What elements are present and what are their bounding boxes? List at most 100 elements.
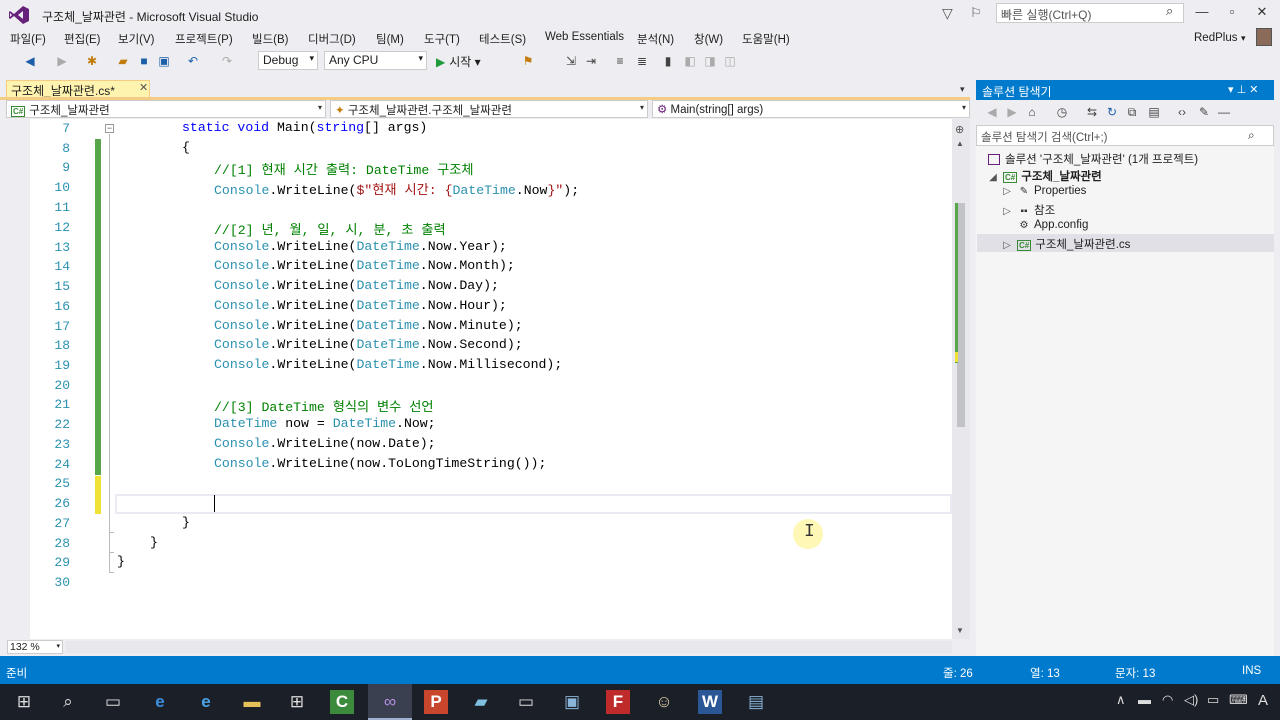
back-icon[interactable]: ◀ — [984, 105, 1000, 119]
browser-link-icon[interactable]: ⚑ — [520, 53, 536, 69]
menu-help[interactable]: 도움말(H) — [742, 31, 790, 47]
document-list-dropdown-icon[interactable]: ▾ — [960, 84, 965, 95]
scroll-thumb[interactable] — [957, 203, 965, 427]
edge-icon[interactable]: e — [148, 690, 172, 714]
redo-icon[interactable]: ↷ — [219, 53, 235, 69]
command-prompt-icon[interactable]: ▭ — [514, 690, 538, 714]
comment-out-icon[interactable]: ≡ — [612, 53, 628, 69]
powerpoint-icon[interactable]: P — [424, 690, 448, 714]
split-window-icon[interactable]: ⊕ — [955, 123, 964, 136]
user-dropdown-icon[interactable]: ▾ — [1241, 33, 1246, 44]
network-icon[interactable]: ▬ — [1138, 692, 1151, 707]
tree-item-cs-file[interactable]: ▷ C# 구조체_날짜관련.cs — [1000, 236, 1130, 252]
visual-studio-icon[interactable]: ∞ — [378, 690, 402, 714]
input-language-indicator[interactable]: A — [1258, 692, 1268, 709]
preview-icon[interactable]: — — [1216, 105, 1232, 119]
editor-horizontal-scrollbar[interactable] — [66, 641, 952, 653]
menu-team[interactable]: 팀(M) — [376, 31, 404, 47]
forward-icon[interactable]: ▶ — [1004, 105, 1020, 119]
task-view-icon[interactable]: ▭ — [101, 690, 125, 714]
previous-bookmark-icon[interactable]: ◧ — [682, 53, 698, 69]
menu-tools[interactable]: 도구(T) — [424, 31, 460, 47]
notification-filter-icon[interactable]: ▽ — [942, 5, 958, 21]
menu-analyze[interactable]: 분석(N) — [637, 31, 674, 47]
navigate-forward-icon[interactable]: ▶ — [54, 53, 70, 69]
tree-item-project[interactable]: ◢ C# 구조체_날짜관련 — [986, 168, 1102, 184]
member-nav-dropdown[interactable]: ⚙ Main(string[] args) ▾ — [652, 100, 970, 118]
uncomment-icon[interactable]: ≣ — [634, 53, 650, 69]
menu-view[interactable]: 보기(V) — [118, 31, 155, 47]
menu-window[interactable]: 창(W) — [694, 31, 723, 47]
remote-desktop-icon[interactable]: ▣ — [560, 690, 584, 714]
save-all-icon[interactable]: ▣ — [156, 53, 172, 69]
refresh-icon[interactable]: ↻ — [1104, 105, 1120, 119]
wifi-icon[interactable]: ◠ — [1162, 692, 1173, 708]
feedback-icon[interactable]: ⚐ — [970, 5, 988, 21]
text-caret — [214, 495, 215, 512]
start-debugging-button[interactable]: ▶ 시작 ▾ — [436, 53, 481, 70]
chevron-down-icon: ▾ — [961, 103, 966, 112]
step-over-icon[interactable]: ⇥ — [583, 53, 599, 69]
next-bookmark-icon[interactable]: ◨ — [702, 53, 718, 69]
scroll-down-icon[interactable]: ▼ — [956, 626, 964, 635]
menu-test[interactable]: 테스트(S) — [479, 31, 526, 47]
tree-item-solution[interactable]: 솔루션 '구조체_날짜관련' (1개 프로젝트) — [988, 151, 1198, 167]
show-hidden-icons-icon[interactable]: ∧ — [1116, 692, 1126, 708]
show-all-files-icon[interactable]: ▤ — [1146, 105, 1162, 119]
menu-file[interactable]: 파일(F) — [10, 31, 46, 47]
solution-platform-select[interactable]: Any CPU ▾ — [324, 51, 427, 70]
avatar[interactable] — [1256, 28, 1272, 46]
windows-start-icon[interactable]: ⊞ — [12, 690, 36, 714]
sync-icon[interactable]: ⇆ — [1084, 105, 1100, 119]
home-icon[interactable]: ⌂ — [1024, 105, 1040, 119]
collapse-all-icon[interactable]: ⧉ — [1124, 105, 1140, 120]
document-tab-active[interactable]: 구조체_날짜관련.cs* — [6, 80, 150, 98]
file-explorer-icon[interactable]: ▬ — [240, 690, 264, 714]
network-tool-icon[interactable]: ▤ — [744, 690, 768, 714]
volume-icon[interactable]: ◁) — [1184, 692, 1198, 708]
zoom-level-select[interactable]: 132 % ▾ — [7, 640, 63, 654]
filezilla-icon[interactable]: F — [606, 690, 630, 714]
navigate-back-icon[interactable]: ◀ — [22, 53, 38, 69]
close-button[interactable]: ✕ — [1248, 4, 1276, 22]
solution-configuration-select[interactable]: Debug ▾ — [258, 51, 318, 70]
tree-item-references[interactable]: ▷ ▪▪ 참조 — [1000, 202, 1055, 218]
solution-explorer-search-input[interactable]: 솔루션 탐색기 검색(Ctrl+;) — [976, 125, 1274, 146]
close-tab-icon[interactable]: ✕ — [139, 81, 148, 94]
quick-launch-input[interactable]: 빠른 실행(Ctrl+Q) — [996, 3, 1184, 23]
camtasia-icon[interactable]: C — [330, 690, 354, 714]
menu-project[interactable]: 프로젝트(P) — [175, 31, 233, 47]
menu-web-essentials[interactable]: Web Essentials — [545, 31, 624, 43]
user-account-name[interactable]: RedPlus — [1194, 32, 1237, 44]
book-icon[interactable]: ▰ — [469, 690, 493, 714]
menu-debug[interactable]: 디버그(D) — [308, 31, 356, 47]
maximize-button[interactable]: ▫ — [1218, 4, 1246, 22]
undo-icon[interactable]: ↶ — [185, 53, 201, 69]
panel-window-buttons[interactable]: ▾ ⊥ ✕ — [1228, 83, 1258, 96]
properties-icon[interactable]: ✎ — [1196, 105, 1212, 119]
word-icon[interactable]: W — [698, 690, 722, 714]
type-nav-dropdown[interactable]: ✦ 구조체_날짜관련.구조체_날짜관련 ▾ — [330, 100, 648, 118]
tree-item-app-config[interactable]: ⚙ App.config — [1017, 219, 1089, 231]
pending-changes-filter-icon[interactable]: ◷ — [1054, 105, 1070, 119]
keyboard-icon[interactable]: ⌨ — [1229, 692, 1248, 708]
view-code-icon[interactable]: ‹› — [1174, 105, 1190, 119]
open-file-icon[interactable]: ▰ — [115, 53, 131, 69]
save-icon[interactable]: ■ — [136, 53, 152, 69]
clear-bookmarks-icon[interactable]: ◫ — [722, 53, 738, 69]
menu-edit[interactable]: 편집(E) — [64, 31, 101, 47]
collapse-outline-icon[interactable]: − — [105, 124, 114, 133]
internet-explorer-icon[interactable]: e — [194, 690, 218, 714]
project-nav-dropdown[interactable]: C# 구조체_날짜관련 ▾ — [6, 100, 326, 118]
store-icon[interactable]: ⊞ — [285, 690, 309, 714]
new-project-icon[interactable]: ✱ — [84, 53, 100, 69]
menu-build[interactable]: 빌드(B) — [252, 31, 289, 47]
step-into-icon[interactable]: ⇲ — [563, 53, 579, 69]
search-icon[interactable]: ⌕ — [56, 690, 80, 714]
action-center-icon[interactable]: ▭ — [1207, 692, 1219, 708]
character-icon[interactable]: ☺ — [652, 690, 676, 714]
minimize-button[interactable]: — — [1188, 4, 1216, 22]
tree-item-properties[interactable]: ▷ ✎ Properties — [1000, 185, 1086, 197]
scroll-up-icon[interactable]: ▲ — [956, 139, 964, 148]
bookmark-icon[interactable]: ▮ — [660, 53, 676, 69]
